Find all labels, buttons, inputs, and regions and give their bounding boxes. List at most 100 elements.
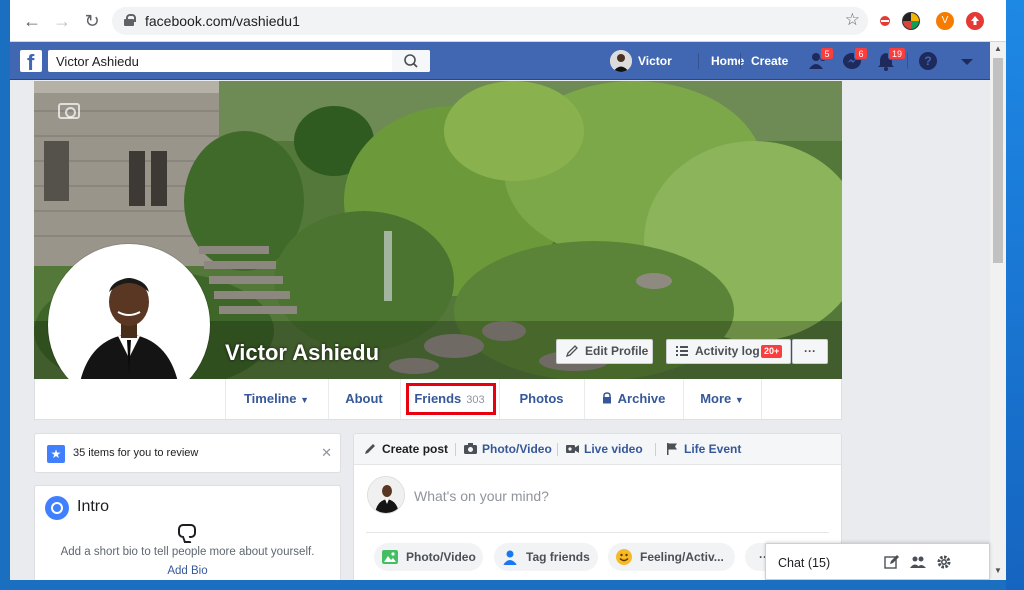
flag-icon bbox=[667, 443, 677, 455]
create-post-label: Create post bbox=[382, 442, 449, 456]
facebook-logo-icon[interactable]: f bbox=[20, 50, 42, 75]
edit-profile-label: Edit Profile bbox=[585, 344, 649, 358]
feeling-activity-label: Feeling/Activ... bbox=[640, 550, 724, 564]
address-bar[interactable]: facebook.com/vashiedu1 ☆ bbox=[112, 7, 868, 35]
caret-down-icon: ▼ bbox=[300, 395, 310, 405]
close-icon[interactable]: ✕ bbox=[321, 445, 332, 461]
activity-log-button[interactable]: Activity log 20+ bbox=[666, 339, 791, 364]
profile-avatar-icon[interactable]: V bbox=[936, 12, 954, 30]
video-camera-icon bbox=[566, 445, 579, 453]
notifications-badge: 19 bbox=[888, 47, 907, 60]
live-video-label: Live video bbox=[584, 442, 643, 456]
tab-about[interactable]: About bbox=[328, 379, 400, 419]
header-divider bbox=[698, 53, 699, 69]
camera-icon bbox=[464, 443, 477, 454]
whats-on-your-mind-input[interactable]: What's on your mind? bbox=[414, 488, 549, 504]
photo-video-action-label: Photo/Video bbox=[406, 550, 476, 564]
scrollbar-thumb[interactable] bbox=[993, 58, 1003, 263]
browser-window: ← → ↻ facebook.com/vashiedu1 ☆ V f Victo… bbox=[10, 0, 1006, 580]
browser-toolbar: ← → ↻ facebook.com/vashiedu1 ☆ V bbox=[10, 0, 1006, 42]
notifications-bell-icon[interactable]: 19 bbox=[876, 47, 907, 71]
extension-red-icon[interactable] bbox=[876, 12, 894, 30]
gear-icon[interactable] bbox=[936, 554, 952, 570]
account-menu-caret-icon[interactable] bbox=[956, 51, 978, 71]
photo-gallery-icon bbox=[382, 550, 398, 564]
scroll-up-arrow-icon[interactable]: ▲ bbox=[990, 42, 1006, 56]
tab-photos-label: Photos bbox=[519, 391, 564, 406]
extension-update-icon[interactable] bbox=[966, 12, 984, 30]
composer-divider bbox=[655, 443, 656, 456]
tab-more[interactable]: More ▼ bbox=[683, 379, 761, 419]
composer-tabs: Create post Photo/Video Live video Life … bbox=[354, 434, 841, 465]
search-input[interactable] bbox=[48, 50, 428, 72]
activity-log-badge: 20+ bbox=[761, 345, 783, 358]
edit-profile-button[interactable]: Edit Profile bbox=[556, 339, 653, 364]
list-icon bbox=[676, 346, 688, 356]
star-icon: ★ bbox=[47, 445, 65, 463]
header-user-name: Victor bbox=[638, 54, 672, 68]
compose-message-icon[interactable] bbox=[884, 554, 900, 570]
composer-divider bbox=[557, 443, 558, 456]
url-text: facebook.com/vashiedu1 bbox=[145, 13, 300, 29]
photo-video-label: Photo/Video bbox=[482, 442, 552, 456]
life-event-label: Life Event bbox=[684, 442, 742, 456]
tab-timeline[interactable]: Timeline ▼ bbox=[225, 379, 328, 419]
tab-timeline-label: Timeline bbox=[243, 391, 297, 406]
intro-card: Intro Add a short bio to tell people mor… bbox=[34, 485, 341, 580]
intro-title: Intro bbox=[77, 498, 110, 515]
search-button[interactable] bbox=[392, 50, 430, 72]
profile-name: Victor Ashiedu bbox=[225, 340, 380, 365]
composer-avatar bbox=[367, 476, 405, 514]
desktop-background bbox=[1006, 0, 1024, 590]
friends-tab-highlight-box bbox=[406, 383, 496, 415]
reload-icon[interactable]: ↻ bbox=[82, 11, 102, 31]
help-question-icon[interactable]: ? bbox=[918, 51, 940, 71]
pencil-icon bbox=[565, 345, 578, 358]
composer-divider bbox=[455, 443, 456, 456]
caret-down-icon: ▼ bbox=[734, 395, 744, 405]
messenger-icon[interactable]: 6 bbox=[842, 47, 868, 71]
lock-icon bbox=[602, 392, 611, 404]
group-chat-icon[interactable] bbox=[910, 554, 926, 570]
review-text: 35 items for you to review bbox=[73, 447, 199, 459]
pencil-icon bbox=[365, 444, 375, 454]
speech-bubble-icon bbox=[178, 524, 196, 538]
intro-description: Add a short bio to tell people more abou… bbox=[60, 546, 315, 558]
header-divider bbox=[740, 53, 741, 69]
tag-friends-label: Tag friends bbox=[526, 550, 590, 564]
add-bio-link[interactable]: Add Bio bbox=[35, 565, 340, 577]
activity-log-label: Activity log bbox=[695, 344, 760, 358]
tab-archive-label: Archive bbox=[617, 391, 666, 406]
feeling-activity-button[interactable]: Feeling/Activ... bbox=[608, 543, 735, 571]
tab-photos[interactable]: Photos bbox=[499, 379, 584, 419]
tab-archive[interactable]: Archive bbox=[584, 379, 683, 419]
forward-arrow-icon[interactable]: → bbox=[52, 11, 72, 31]
messages-badge: 6 bbox=[854, 47, 868, 60]
facebook-header: f Victor Home Create 5 6 19 bbox=[10, 42, 990, 80]
search-icon bbox=[404, 54, 418, 68]
tag-friends-button[interactable]: Tag friends bbox=[494, 543, 598, 571]
lock-icon bbox=[124, 14, 136, 26]
tag-friends-icon bbox=[503, 550, 517, 565]
friend-requests-badge: 5 bbox=[820, 47, 834, 60]
svg-text:?: ? bbox=[924, 54, 931, 68]
search-box bbox=[48, 50, 430, 72]
more-options-button[interactable]: ··· bbox=[792, 339, 828, 364]
more-dots-icon: ··· bbox=[804, 344, 816, 358]
header-divider bbox=[907, 53, 908, 69]
scroll-down-arrow-icon[interactable]: ▼ bbox=[990, 564, 1006, 578]
globe-icon bbox=[45, 496, 69, 520]
smiley-face-icon bbox=[616, 549, 632, 565]
camera-icon[interactable] bbox=[58, 103, 80, 119]
bookmark-star-icon[interactable]: ☆ bbox=[845, 10, 860, 30]
review-notice[interactable]: ★ 35 items for you to review ✕ bbox=[34, 433, 341, 473]
create-link[interactable]: Create bbox=[751, 54, 788, 68]
chat-bar[interactable]: Chat (15) bbox=[765, 543, 990, 580]
friend-requests-icon[interactable]: 5 bbox=[808, 47, 834, 71]
page-scrollbar[interactable]: ▲ ▼ bbox=[990, 42, 1006, 580]
extension-multicolor-icon[interactable] bbox=[902, 12, 920, 30]
back-arrow-icon[interactable]: ← bbox=[22, 11, 42, 31]
chat-label: Chat (15) bbox=[778, 556, 831, 570]
photo-video-action-button[interactable]: Photo/Video bbox=[374, 543, 483, 571]
tab-divider bbox=[761, 379, 762, 419]
